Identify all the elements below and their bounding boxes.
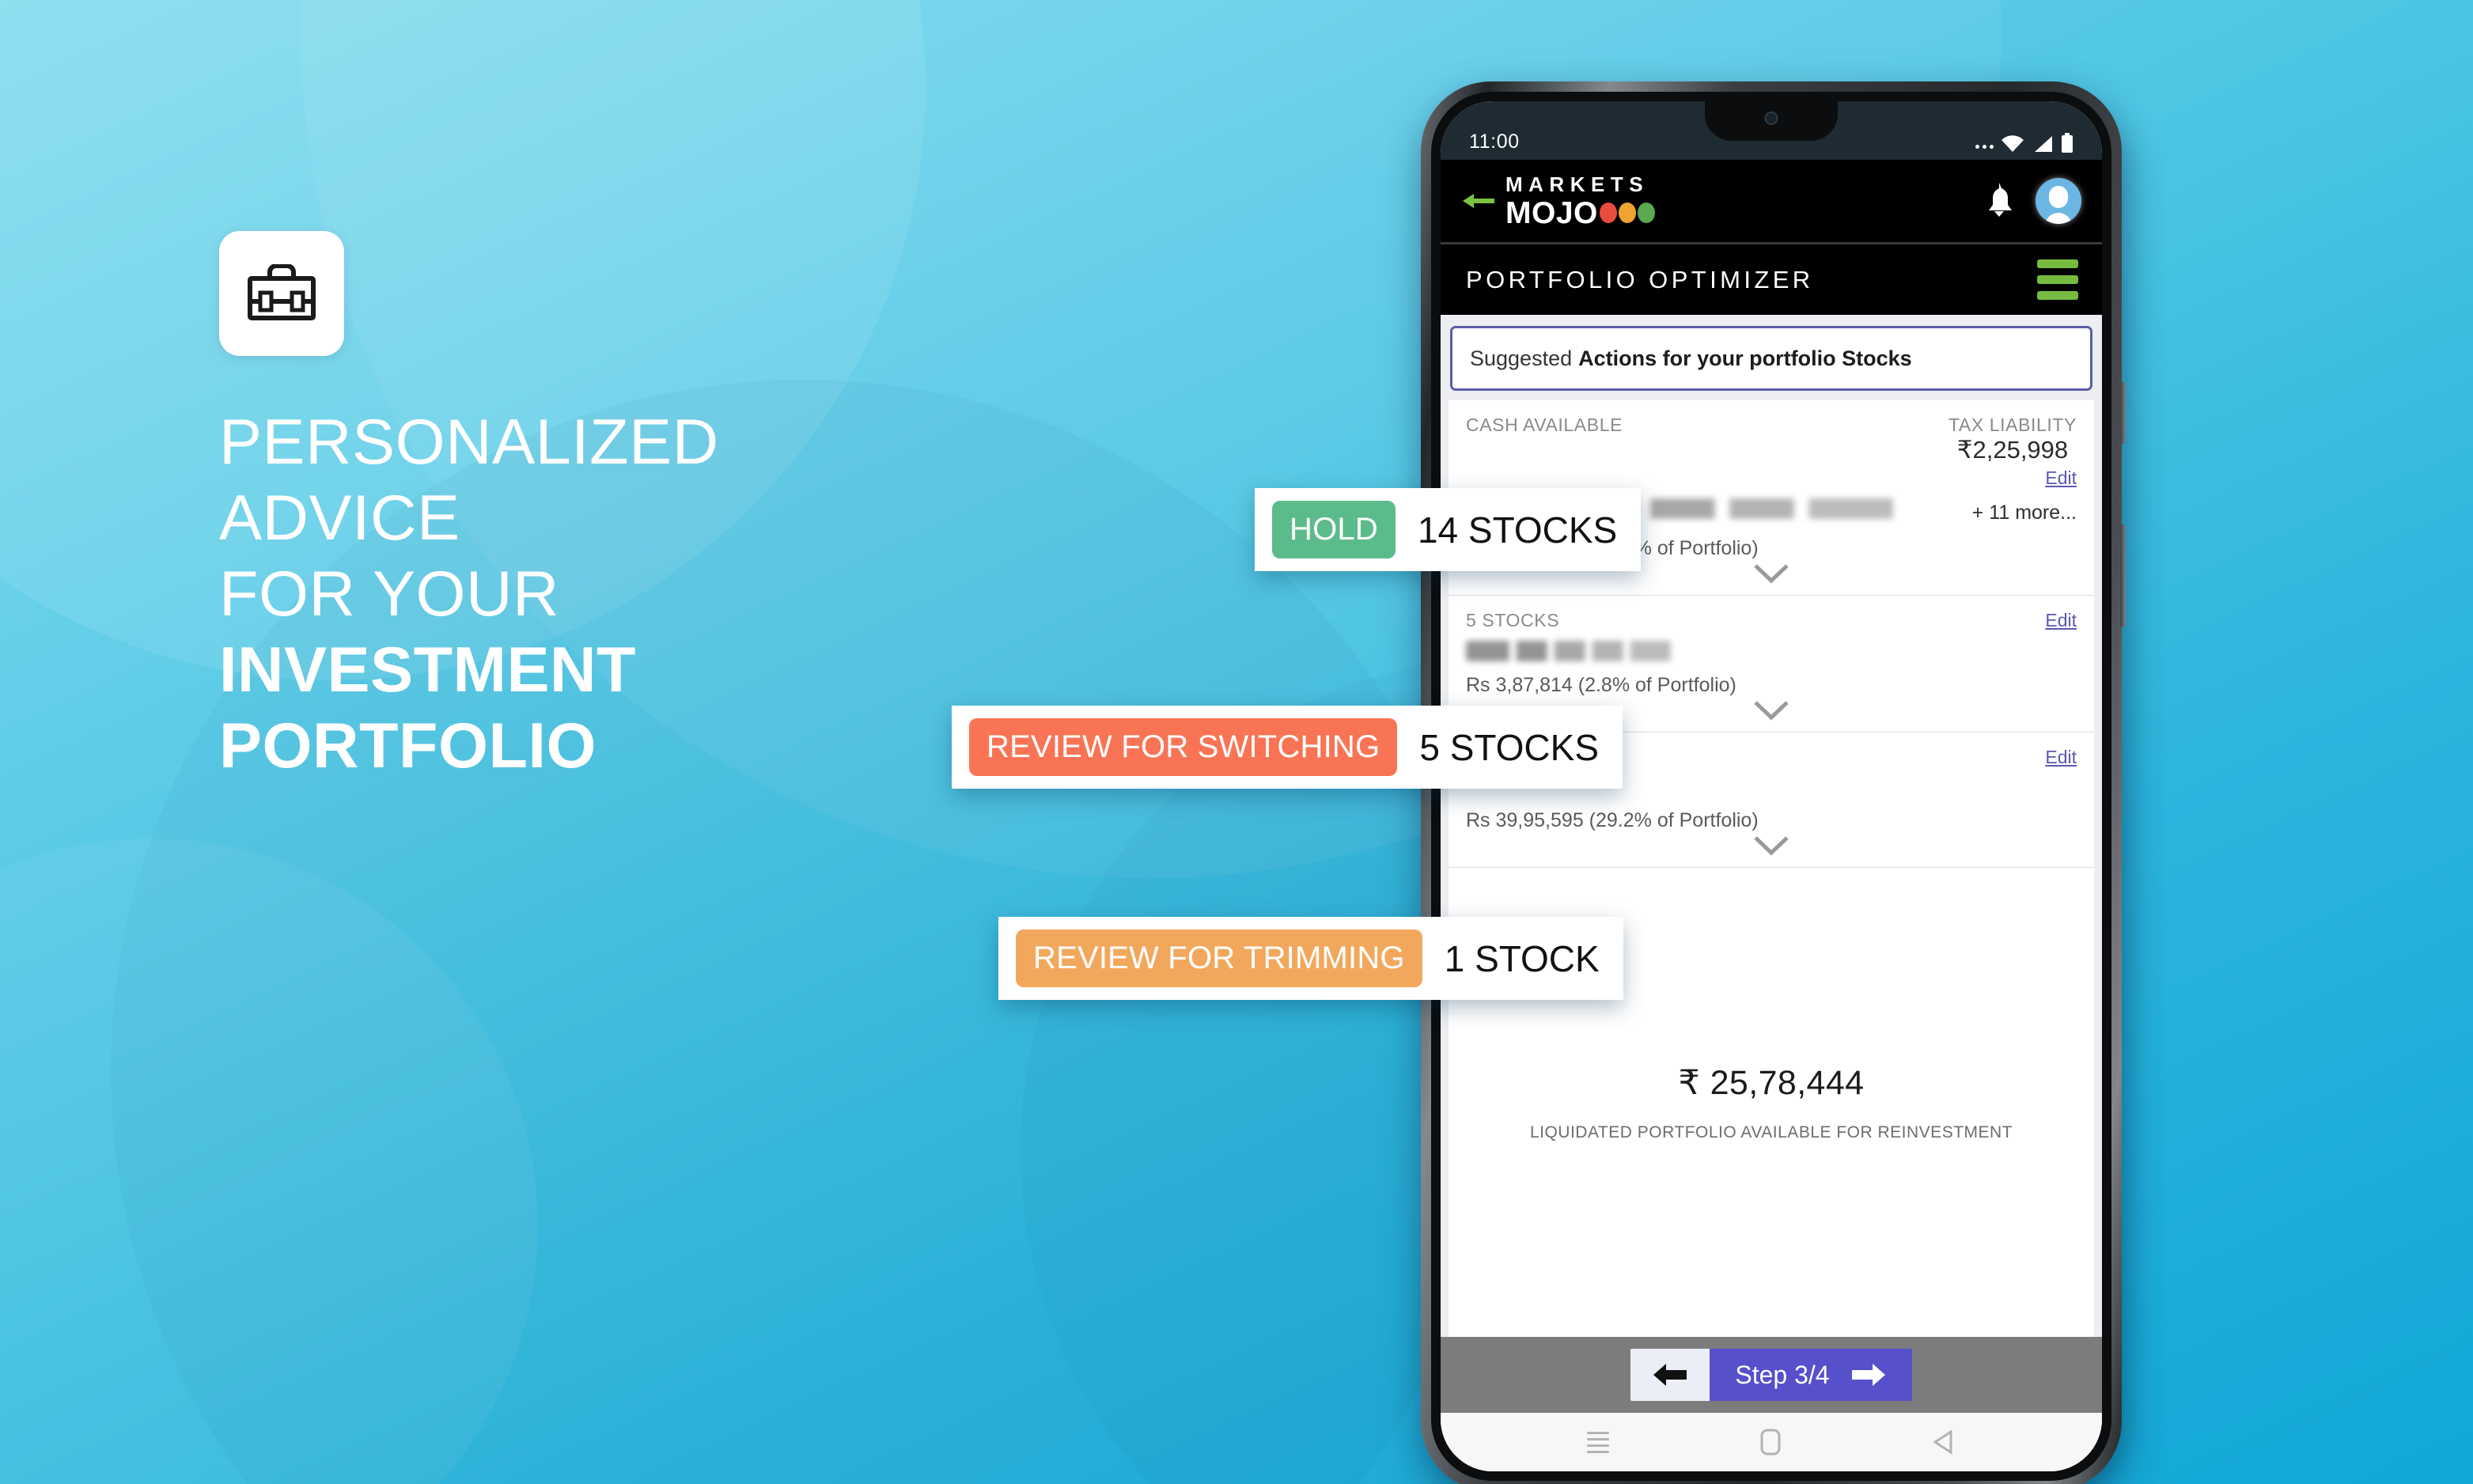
nav-back-icon[interactable]	[1932, 1429, 1956, 1455]
chevron-down-icon	[1754, 836, 1789, 856]
headline-line: INVESTMENT	[219, 634, 637, 706]
headline-line: PERSONALIZED	[219, 407, 719, 478]
headline-line: FOR YOUR	[219, 558, 560, 630]
logo-text-markets: MARKETS	[1505, 172, 1649, 196]
user-avatar-icon[interactable]	[2036, 178, 2081, 224]
step-navigation-bar: Step 3/4	[1441, 1337, 2102, 1413]
callout-count-switching: 5 STOCKS	[1419, 726, 1600, 768]
callout-count-hold: 14 STOCKS	[1417, 509, 1618, 551]
notification-bell-icon[interactable]	[1982, 181, 2017, 221]
more-holdings-link[interactable]: + 11 more...	[1972, 502, 2077, 524]
cellular-signal-icon	[2035, 136, 2052, 152]
status-badge-hold: HOLD	[1272, 501, 1396, 558]
android-nav-bar	[1441, 1413, 2102, 1471]
expand-toggle[interactable]	[1466, 835, 2077, 859]
promo-banner: PERSONALIZED ADVICE FOR YOUR INVESTMENT …	[0, 0, 2473, 1484]
volume-button[interactable]	[2120, 382, 2126, 444]
suggested-prefix: Suggested	[1470, 346, 1573, 370]
logo-dot-green	[1637, 203, 1655, 223]
tax-liability-label: TAX LIABILITY	[1948, 415, 2077, 435]
chevron-down-icon	[1754, 701, 1789, 721]
hamburger-menu-icon[interactable]	[2037, 259, 2078, 300]
app-bar: MARKETS MOJO	[1441, 160, 2102, 242]
portfolio-amount: Rs 39,95,595 (29.2% of Portfolio)	[1466, 809, 1759, 831]
edit-link[interactable]: Edit	[2045, 468, 2077, 488]
chevron-down-icon	[1754, 564, 1789, 584]
callout-hold: HOLD 14 STOCKS	[1255, 488, 1642, 571]
screen-title: PORTFOLIO OPTIMIZER	[1466, 265, 1814, 293]
hero-section: PERSONALIZED ADVICE FOR YOUR INVESTMENT …	[219, 231, 1208, 785]
power-button[interactable]	[2120, 524, 2126, 627]
stocks-count-label: 5 STOCKS	[1466, 610, 1560, 630]
camera-notch	[1705, 101, 1838, 141]
arrow-left-icon	[1653, 1364, 1687, 1386]
arrow-right-icon	[1851, 1364, 1885, 1386]
status-badge-switching: REVIEW FOR SWITCHING	[969, 718, 1398, 776]
markets-mojo-logo[interactable]: MARKETS MOJO	[1505, 174, 1655, 229]
edit-link[interactable]: Edit	[2045, 610, 2077, 631]
logo-dot-red	[1599, 203, 1617, 223]
cash-available-label: CASH AVAILABLE	[1466, 415, 1623, 435]
step-label: Step 3/4	[1735, 1360, 1830, 1389]
avatar	[2036, 178, 2081, 224]
recents-icon[interactable]	[1587, 1431, 1610, 1453]
screen-title-bar: PORTFOLIO OPTIMIZER	[1441, 242, 2102, 315]
suggested-actions-banner[interactable]: Suggested Actions for your portfolio Sto…	[1450, 326, 2092, 391]
logo-row-mojo: MOJO	[1505, 198, 1655, 229]
tax-liability-value: ₹2,25,998	[1956, 436, 2069, 464]
liquidated-amount: ₹ 25,78,444	[1678, 1063, 1865, 1102]
callout-switching: REVIEW FOR SWITCHING 5 STOCKS	[952, 706, 1623, 789]
wifi-icon	[2002, 135, 2024, 152]
card-header: 5 STOCKS Edit	[1466, 610, 2077, 631]
app-bar-actions	[1982, 178, 2081, 224]
holdings-row	[1466, 641, 2077, 661]
liquidated-caption: LIQUIDATED PORTFOLIO AVAILABLE FOR REINV…	[1529, 1122, 2013, 1141]
briefcase-icon	[248, 264, 316, 320]
logo-dot-amber	[1618, 203, 1636, 223]
battery-icon	[2062, 133, 2073, 153]
status-bar: 11:00	[1441, 101, 2102, 160]
back-arrow-icon	[1463, 194, 1494, 208]
logo-text-mojo: MOJO	[1505, 195, 1598, 230]
home-icon[interactable]	[1760, 1429, 1781, 1456]
previous-step-button[interactable]	[1630, 1349, 1710, 1401]
edit-link[interactable]: Edit	[2045, 747, 2077, 768]
holdings-names-blurred	[1466, 641, 1703, 661]
status-time: 11:00	[1469, 131, 1520, 153]
more-dots-icon	[1975, 145, 1994, 149]
headline-line: ADVICE	[219, 482, 460, 554]
callout-trimming: REVIEW FOR TRIMMING 1 STOCK	[998, 917, 1623, 1000]
callout-count-trimming: 1 STOCK	[1444, 937, 1600, 979]
next-step-button[interactable]: Step 3/4	[1710, 1349, 1912, 1401]
card-header: CASH AVAILABLE TAX LIABILITY ₹2,25,998	[1466, 415, 2077, 464]
status-icons	[1975, 133, 2073, 153]
logo-dots	[1599, 203, 1655, 223]
portfolio-amount: Rs 3,87,814 (2.8% of Portfolio)	[1466, 674, 1736, 696]
briefcase-badge	[219, 231, 344, 356]
suggested-bold: Actions for your portfolio Stocks	[1578, 346, 1912, 370]
status-badge-trimming: REVIEW FOR TRIMMING	[1016, 929, 1422, 987]
background-blob	[0, 839, 538, 1484]
back-button[interactable]	[1461, 191, 1498, 211]
